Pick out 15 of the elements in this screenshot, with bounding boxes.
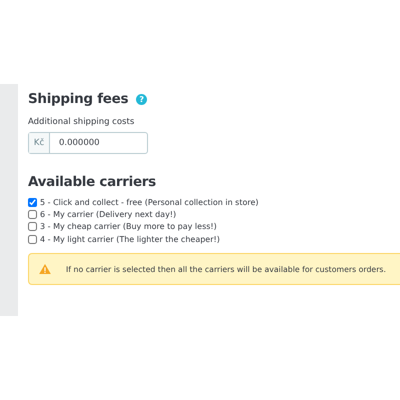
checkbox[interactable] [28, 198, 37, 207]
price-field[interactable]: Kč 0.000000 [28, 132, 148, 154]
price-input[interactable]: 0.000000 [50, 133, 139, 153]
carrier-label: 5 - Click and collect - free (Personal collection in store) [40, 198, 259, 207]
carrier-label: 3 - My cheap carrier (Buy more to pay less!) [40, 222, 217, 232]
checkbox[interactable] [28, 222, 37, 232]
checkbox[interactable] [28, 210, 37, 219]
warning-icon [39, 264, 51, 274]
carrier-label: 6 - My carrier (Delivery next day!) [40, 210, 176, 219]
currency-label: Kč [29, 133, 50, 153]
section-title: Shipping fees [28, 91, 128, 107]
section-title: Available carriers [28, 174, 157, 190]
carrier-label: 4 - My light carrier (The lighter the cheaper!) [40, 234, 220, 244]
checkbox[interactable] [28, 234, 37, 244]
field-label: Additional shipping costs [28, 117, 136, 127]
